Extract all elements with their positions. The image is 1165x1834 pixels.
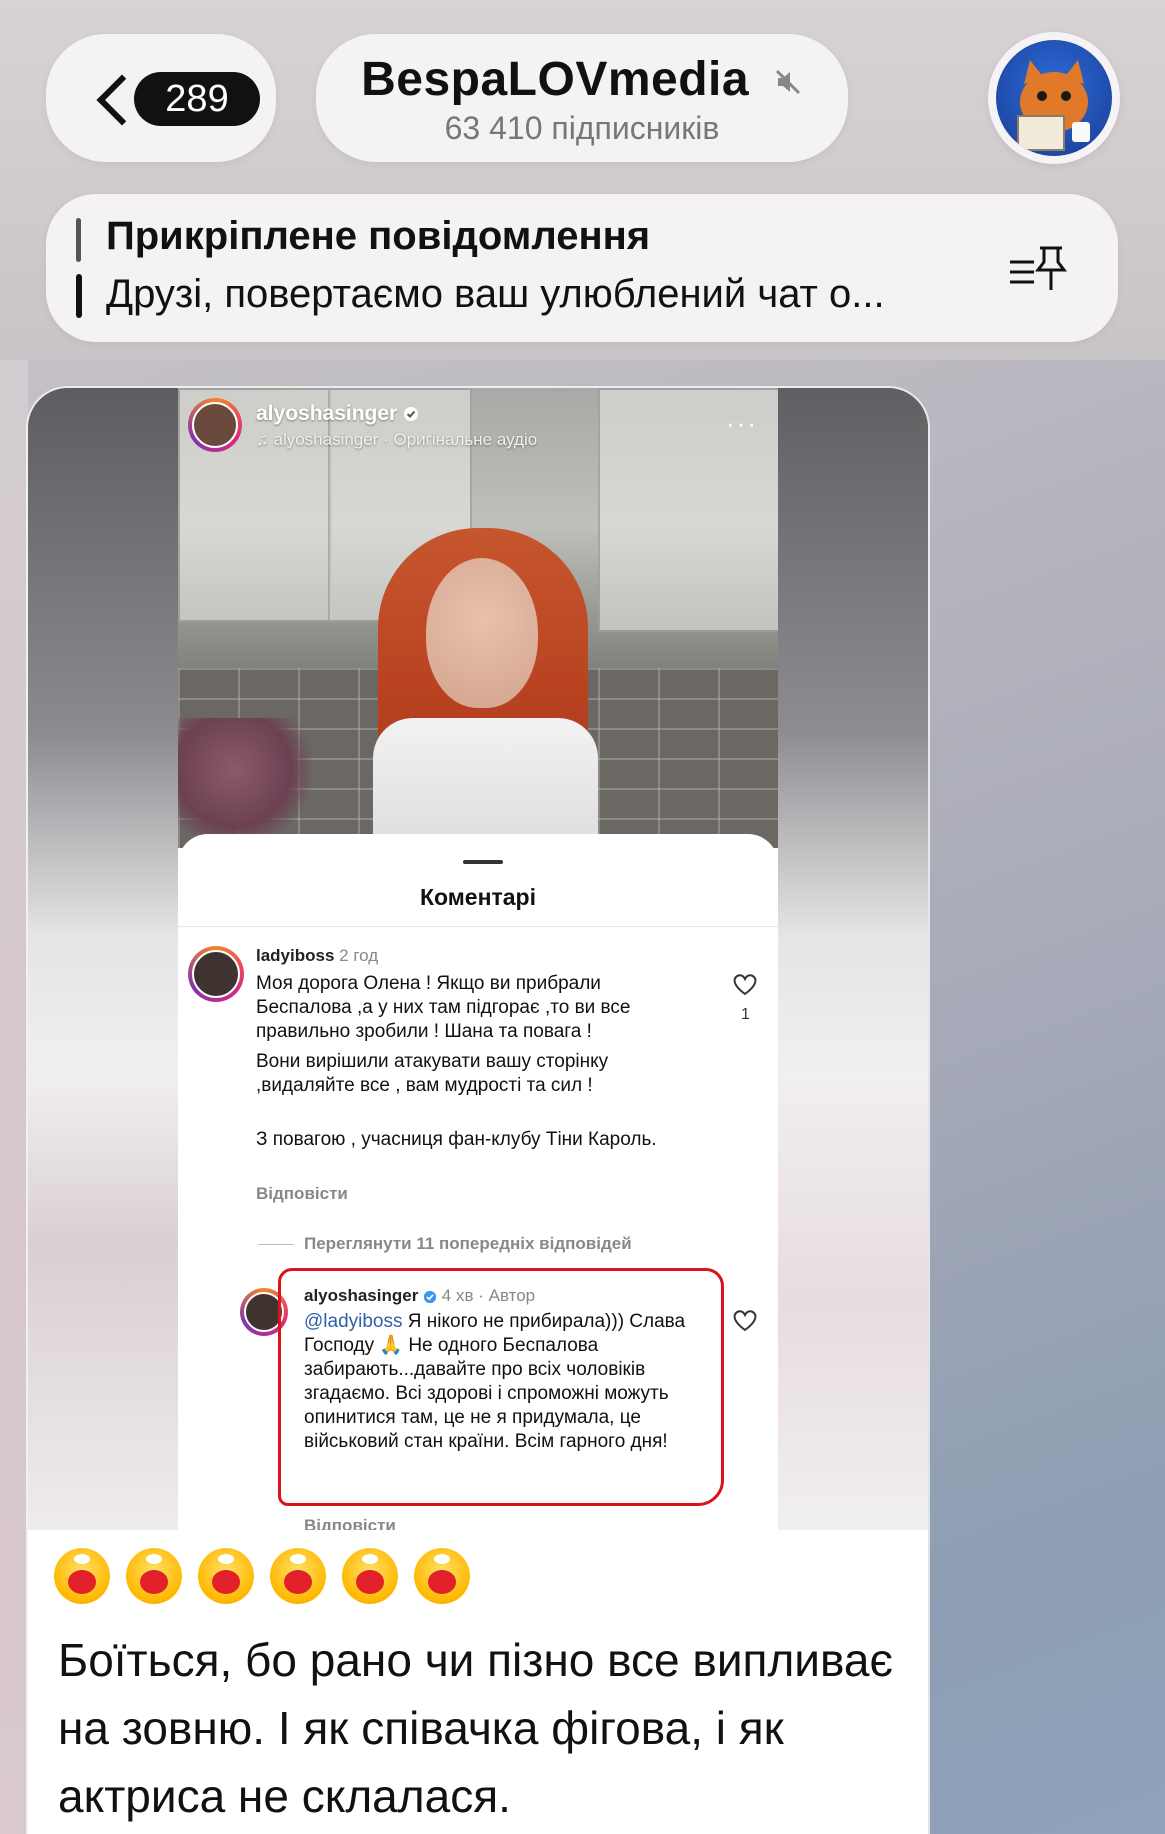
- clown-face-icon: [198, 1548, 254, 1604]
- post-image[interactable]: alyoshasinger ♫ alyoshasinger · Оригінал…: [28, 388, 928, 1530]
- clown-face-icon: [126, 1548, 182, 1604]
- channel-title: BespaLOVmedia: [316, 52, 848, 107]
- reply-link: Відповісти: [256, 1184, 348, 1203]
- person-face: [426, 558, 538, 708]
- channel-avatar-button[interactable]: [988, 32, 1120, 164]
- sheet-handle: [463, 860, 503, 864]
- unread-count-badge: 289: [134, 72, 260, 126]
- pinned-indicator-active: [76, 274, 82, 318]
- subscriber-count: 63 410 підписників: [444, 110, 720, 146]
- person-shirt: [373, 718, 598, 848]
- reply-link: Відповісти: [304, 1516, 396, 1530]
- ig-avatar: [188, 398, 242, 452]
- reel-video: alyoshasinger ♫ alyoshasinger · Оригінал…: [178, 388, 778, 848]
- clown-face-icon: [270, 1548, 326, 1604]
- pinned-title: Прикріплене повідомлення: [106, 214, 651, 258]
- emoji-row: [54, 1548, 486, 1612]
- comment-text: Моя дорога Олена ! Якщо ви прибрали Бесп…: [256, 973, 631, 1042]
- like-count: 1: [741, 1006, 750, 1023]
- comments-sheet: Коментарі ladyiboss 2 год Моя дорога Оле…: [178, 834, 778, 1530]
- pinned-indicator: [76, 218, 81, 262]
- verified-icon: [404, 407, 419, 422]
- comment-text: З повагою , учасниця фан-клубу Тіни Каро…: [256, 1129, 657, 1150]
- clown-face-icon: [342, 1548, 398, 1604]
- background-left-strip: [0, 360, 28, 1834]
- image-blur-left: [28, 388, 178, 1530]
- pinned-text: Друзі, повертаємо ваш улюблений чат о...: [106, 272, 885, 316]
- clown-face-icon: [414, 1548, 470, 1604]
- reel-header: alyoshasinger ♫ alyoshasinger · Оригінал…: [178, 388, 778, 468]
- heart-icon: [733, 974, 757, 996]
- view-replies-link: Переглянути 11 попередніх відповідей: [304, 1234, 632, 1253]
- clown-face-icon: [54, 1548, 110, 1604]
- comment-text: Вони вирішили атакувати вашу сторінку ,в…: [256, 1051, 609, 1096]
- muted-icon: [775, 70, 800, 95]
- divider: [178, 926, 778, 927]
- post-text: Боїться, бо рано чи пізно все випливає н…: [58, 1634, 893, 1822]
- divider: [258, 1244, 294, 1245]
- channel-name: BespaLOVmedia: [361, 53, 750, 106]
- ig-audio: ♫ alyoshasinger · Оригінальне аудіо: [256, 430, 538, 449]
- pinned-list-icon[interactable]: [1006, 234, 1076, 304]
- comment-meta: ladyiboss 2 год: [256, 946, 379, 965]
- heart-icon: [733, 1310, 757, 1332]
- channel-header[interactable]: BespaLOVmedia 63 410 підписників: [316, 34, 848, 162]
- back-button[interactable]: 289: [46, 34, 276, 162]
- more-icon: ···: [726, 408, 758, 438]
- image-blur-right: [778, 388, 928, 1530]
- highlight-outline: [278, 1268, 724, 1506]
- channel-avatar: [996, 40, 1112, 156]
- instagram-screenshot: alyoshasinger ♫ alyoshasinger · Оригінал…: [178, 388, 778, 1530]
- ig-username: alyoshasinger: [256, 402, 419, 426]
- cat-avatar-icon: [1017, 60, 1090, 151]
- channel-post[interactable]: alyoshasinger ♫ alyoshasinger · Оригінал…: [28, 388, 928, 1834]
- commenter-avatar: [188, 946, 244, 1002]
- comments-title: Коментарі: [420, 884, 536, 910]
- pinned-message-bar[interactable]: Прикріплене повідомлення Друзі, повертає…: [46, 194, 1118, 342]
- flowers: [178, 718, 318, 848]
